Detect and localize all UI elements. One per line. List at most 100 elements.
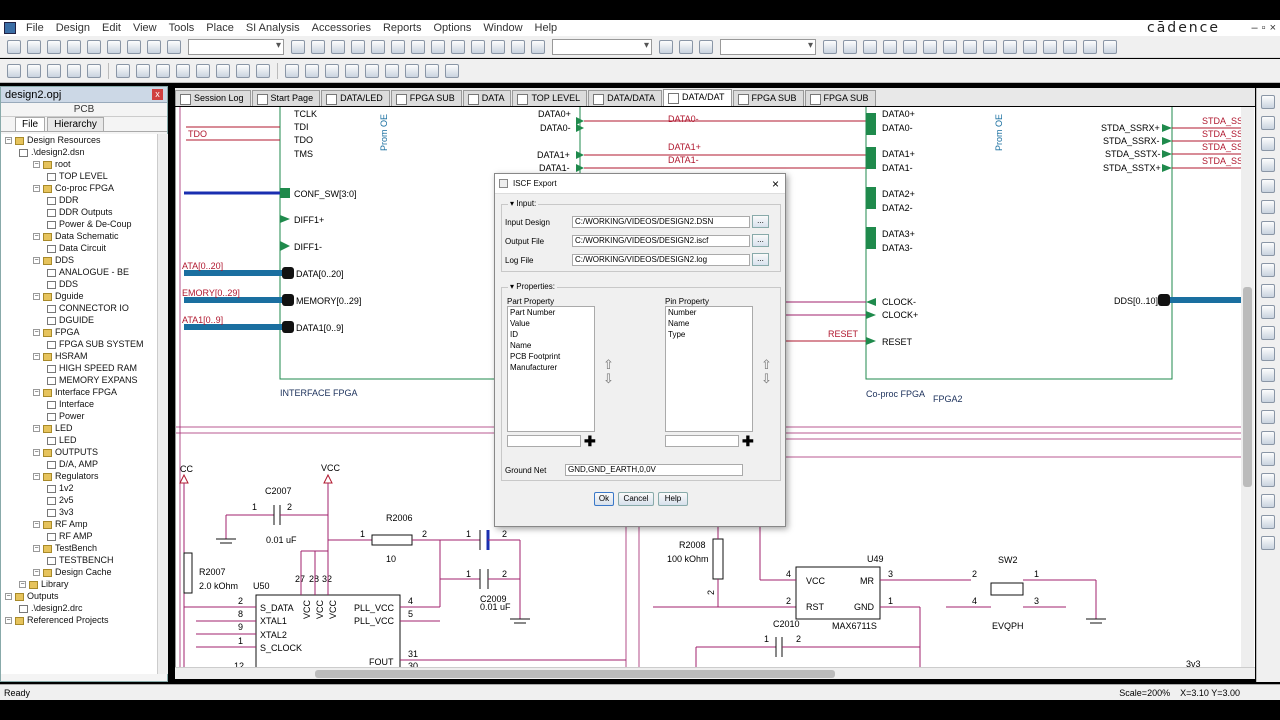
tree-item[interactable]: Power & De-Coup [1, 218, 157, 230]
redo-icon[interactable] [167, 39, 181, 54]
sim-icon-1[interactable] [823, 39, 837, 54]
list-item[interactable]: ID [508, 329, 594, 340]
wire-icon[interactable] [1261, 137, 1275, 151]
netlist-icon[interactable] [431, 39, 445, 54]
output-file-field[interactable]: C:/WORKING/VIDEOS/DESIGN2.iscf [572, 235, 750, 247]
sim-icon-5[interactable] [903, 39, 917, 54]
expand-icon[interactable]: − [33, 449, 40, 457]
input-design-field[interactable]: C:/WORKING/VIDEOS/DESIGN2.DSN [572, 216, 750, 228]
part-combo[interactable] [188, 38, 284, 55]
tab-session-log[interactable]: Session Log [175, 90, 251, 106]
list-item[interactable]: Value [508, 318, 594, 329]
tree-item[interactable]: − TestBench [1, 542, 157, 554]
dialog-close-icon[interactable]: × [772, 174, 779, 194]
menu-file[interactable]: File [20, 20, 50, 36]
list-item[interactable]: Name [666, 318, 752, 329]
tree-item[interactable]: TESTBENCH [1, 554, 157, 566]
list-item[interactable]: Name [508, 340, 594, 351]
zoom-in-icon[interactable] [291, 39, 305, 54]
menu-tools[interactable]: Tools [163, 20, 201, 36]
line-icon[interactable] [1261, 389, 1275, 403]
tree-item[interactable]: CONNECTOR IO [1, 302, 157, 314]
library-icon[interactable] [511, 39, 525, 54]
arc-icon[interactable] [1261, 473, 1275, 487]
align-icon-1[interactable] [7, 63, 21, 78]
pin-reorder-arrows-icon[interactable]: ⇧ ⇩ [761, 358, 772, 388]
tree-item[interactable]: DGUIDE [1, 314, 157, 326]
binoculars-icon[interactable] [659, 39, 673, 54]
menu-reports[interactable]: Reports [377, 20, 428, 36]
polyline-icon[interactable] [1261, 410, 1275, 424]
tree-item[interactable]: − Co-proc FPGA [1, 182, 157, 194]
pcb-icon[interactable] [491, 39, 505, 54]
tab-top-level[interactable]: TOP LEVEL [512, 90, 588, 106]
tab-data[interactable]: DATA [462, 90, 512, 106]
power-icon[interactable] [1261, 242, 1275, 256]
pin-property-list[interactable]: Number Name Type [665, 306, 753, 432]
expand-icon[interactable]: − [33, 521, 40, 529]
menu-help[interactable]: Help [529, 20, 564, 36]
net-alias-icon[interactable] [1261, 158, 1275, 172]
tree-item[interactable]: − Library [1, 578, 157, 590]
open-icon[interactable] [27, 39, 41, 54]
distribute-icon-6[interactable] [385, 63, 399, 78]
junction-icon[interactable] [1261, 200, 1275, 214]
tree-item[interactable]: − Interface FPGA [1, 386, 157, 398]
expand-icon[interactable]: − [33, 473, 40, 481]
restore-icon[interactable]: ▫ [1262, 20, 1266, 36]
expand-icon[interactable]: − [33, 161, 40, 169]
expand-icon[interactable]: − [33, 545, 40, 553]
image-icon[interactable] [1261, 515, 1275, 529]
tab-data-led[interactable]: DATA/LED [321, 90, 390, 106]
new-icon[interactable] [7, 39, 21, 54]
sim-icon-4[interactable] [883, 39, 897, 54]
tree-item[interactable]: ANALOGUE - BE [1, 266, 157, 278]
menu-options[interactable]: Options [427, 20, 477, 36]
view-icon[interactable] [371, 39, 385, 54]
edit-icon-1[interactable] [116, 63, 130, 78]
output-file-browse-button[interactable]: ... [752, 234, 769, 247]
menu-view[interactable]: View [127, 20, 163, 36]
expand-icon[interactable]: − [33, 293, 40, 301]
distribute-icon-7[interactable] [405, 63, 419, 78]
expand-icon[interactable]: − [33, 329, 40, 337]
tree-item[interactable]: − root [1, 158, 157, 170]
tree-item[interactable]: Data Circuit [1, 242, 157, 254]
edit-icon-5[interactable] [196, 63, 210, 78]
minimize-icon[interactable]: – [1252, 20, 1258, 36]
edit-icon-4[interactable] [176, 63, 190, 78]
select-icon[interactable] [1261, 95, 1275, 109]
expand-icon[interactable]: − [33, 233, 40, 241]
sim-icon-8[interactable] [963, 39, 977, 54]
align-icon-2[interactable] [27, 63, 41, 78]
tab-data-data[interactable]: DATA/DATA [588, 90, 662, 106]
sim-icon-10[interactable] [1003, 39, 1017, 54]
ground-icon[interactable] [1261, 263, 1275, 277]
copy-icon[interactable] [107, 39, 121, 54]
hier-block-icon[interactable] [1261, 284, 1275, 298]
add-part-property-icon[interactable]: ✚ [584, 434, 596, 448]
tree-item[interactable]: 1v2 [1, 482, 157, 494]
distribute-icon-4[interactable] [345, 63, 359, 78]
sim-icon-3[interactable] [863, 39, 877, 54]
tree-item[interactable]: DDR [1, 194, 157, 206]
part-property-new-field[interactable] [507, 435, 581, 447]
part-property-list[interactable]: Part Number Value ID Name PCB Footprint … [507, 306, 595, 432]
add-pin-property-icon[interactable]: ✚ [742, 434, 754, 448]
sim-icon-11[interactable] [1023, 39, 1037, 54]
tree-item[interactable]: HIGH SPEED RAM [1, 362, 157, 374]
close-icon[interactable]: x [152, 89, 163, 100]
search-combo[interactable] [552, 38, 652, 55]
horizontal-scroll-thumb[interactable] [315, 670, 835, 678]
distribute-icon-8[interactable] [425, 63, 439, 78]
expand-icon[interactable]: − [33, 569, 40, 577]
menu-design[interactable]: Design [50, 20, 96, 36]
tab-fpga-sub[interactable]: FPGA SUB [732, 90, 804, 106]
list-item[interactable]: Part Number [508, 307, 594, 318]
tree-item[interactable]: 3v3 [1, 506, 157, 518]
distribute-icon-1[interactable] [285, 63, 299, 78]
tree-item[interactable]: − Dguide [1, 290, 157, 302]
text-icon[interactable] [1261, 494, 1275, 508]
edit-icon-2[interactable] [136, 63, 150, 78]
drc-icon[interactable] [411, 39, 425, 54]
